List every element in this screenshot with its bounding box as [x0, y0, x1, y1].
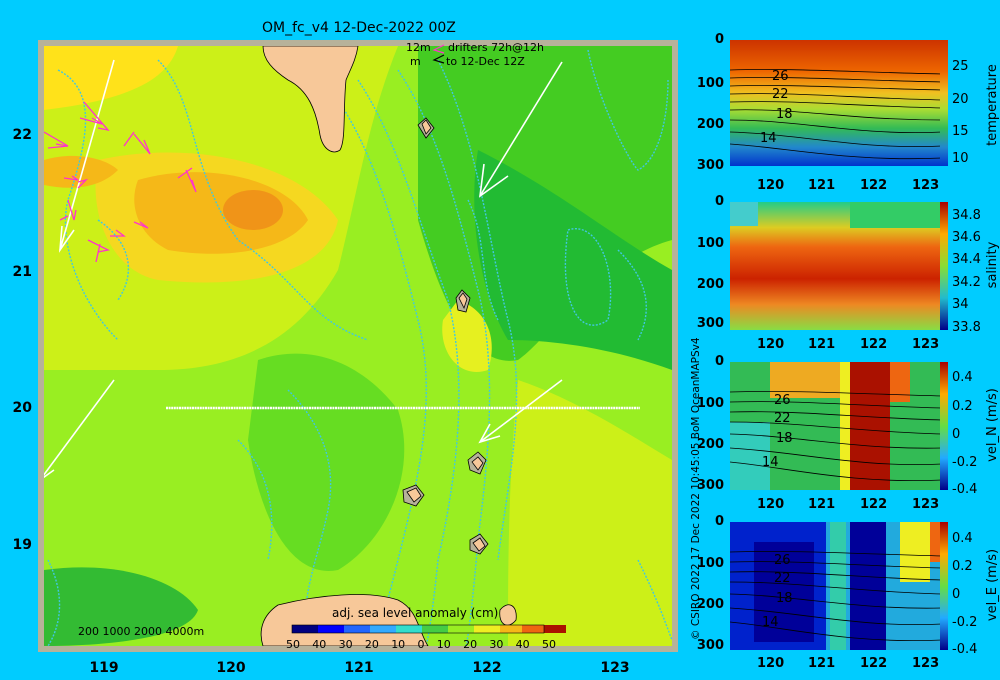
- vel-n-colorbar: [940, 362, 948, 490]
- p2-ytick-200: 200: [696, 277, 724, 292]
- p1-cbar-20: 20: [952, 92, 969, 107]
- p3-ytick-300: 300: [696, 478, 724, 493]
- drifter-legend-line1-left: 12m: [406, 41, 431, 54]
- map-xtick-121: 121: [344, 660, 374, 676]
- vel-n-section: 26 22 18 14: [730, 362, 942, 490]
- p2-xtick-122: 122: [860, 337, 888, 352]
- p3-ytick-0: 0: [714, 354, 724, 369]
- sla-colorbar: [291, 624, 566, 634]
- map-xtick-119: 119: [89, 660, 119, 676]
- map-ytick-21: 21: [12, 264, 32, 280]
- vele-contour-14: 14: [762, 615, 779, 630]
- p1-xtick-122: 122: [860, 178, 888, 193]
- vele-contour-26: 26: [774, 553, 791, 568]
- temperature-colorbar: [940, 40, 948, 166]
- p1-ytick-0: 0: [714, 32, 724, 47]
- p2-xtick-120: 120: [757, 337, 785, 352]
- temp-contour-22: 22: [772, 87, 789, 102]
- p4-ytick-200: 200: [696, 597, 724, 612]
- temp-contour-18: 18: [776, 107, 793, 122]
- depth-legend: 200 1000 2000 4000m: [78, 625, 205, 638]
- salinity-colorbar: [940, 202, 948, 330]
- p1-xtick-120: 120: [757, 178, 785, 193]
- p3-ytick-200: 200: [696, 437, 724, 452]
- p2-label: salinity: [985, 241, 1000, 289]
- p2-ytick-100: 100: [696, 236, 724, 251]
- p4-label: vel_E (m/s): [985, 548, 1000, 622]
- p2-cbar-344: 34.4: [952, 252, 981, 267]
- p4-ytick-100: 100: [696, 556, 724, 571]
- p3-xtick-123: 123: [912, 497, 940, 512]
- p3-label: vel_N (m/s): [985, 388, 1000, 462]
- p4-cbar-02: 0.2: [952, 559, 973, 574]
- p4-cbar-m02: -0.2: [952, 615, 978, 630]
- p2-cbar-338: 33.8: [952, 320, 981, 335]
- colorbar-label: adj. sea level anomaly (cm): [332, 606, 499, 620]
- p2-ytick-300: 300: [696, 316, 724, 331]
- vele-contour-18: 18: [776, 591, 793, 606]
- p2-cbar-34: 34: [952, 297, 969, 312]
- p2-xtick-123: 123: [912, 337, 940, 352]
- drifter-legend-line2-right: to 12-Dec 12Z: [446, 55, 525, 68]
- map-ytick-20: 20: [12, 400, 32, 416]
- p3-xtick-120: 120: [757, 497, 785, 512]
- p1-cbar-10: 10: [952, 151, 969, 166]
- p3-cbar-m04: -0.4: [952, 482, 978, 497]
- p4-cbar-m04: -0.4: [952, 642, 978, 657]
- p2-ytick-0: 0: [714, 194, 724, 209]
- p4-xtick-123: 123: [912, 656, 940, 671]
- map-ytick-22: 22: [12, 127, 32, 143]
- p4-ytick-0: 0: [714, 514, 724, 529]
- veln-contour-18: 18: [776, 431, 793, 446]
- p4-cbar-04: 0.4: [952, 531, 973, 546]
- vele-contour-22: 22: [774, 571, 791, 586]
- p3-ytick-100: 100: [696, 396, 724, 411]
- p3-cbar-02: 0.2: [952, 399, 973, 414]
- map-xtick-120: 120: [216, 660, 246, 676]
- p1-xtick-121: 121: [808, 178, 836, 193]
- p4-ytick-300: 300: [696, 638, 724, 653]
- p3-xtick-121: 121: [808, 497, 836, 512]
- p2-cbar-342: 34.2: [952, 275, 981, 290]
- vel-e-colorbar: [940, 522, 948, 650]
- temp-contour-26: 26: [772, 69, 789, 84]
- p1-ytick-100: 100: [696, 76, 724, 91]
- temp-contour-14: 14: [760, 131, 777, 146]
- p1-ytick-200: 200: [696, 117, 724, 132]
- veln-contour-26: 26: [774, 393, 791, 408]
- veln-contour-14: 14: [762, 455, 779, 470]
- drifter-legend-icon: [432, 44, 445, 64]
- salinity-section: [730, 202, 942, 330]
- p4-xtick-122: 122: [860, 656, 888, 671]
- colorbar-ticks: 50 40 30 20 10 0 10 20 30 40 50: [286, 638, 556, 651]
- p2-xtick-121: 121: [808, 337, 836, 352]
- p1-cbar-25: 25: [952, 59, 969, 74]
- map-ytick-19: 19: [12, 537, 32, 553]
- p4-xtick-121: 121: [808, 656, 836, 671]
- map-xtick-122: 122: [472, 660, 502, 676]
- plot-title: OM_fc_v4 12-Dec-2022 00Z: [262, 20, 456, 36]
- p1-label: temperature: [985, 64, 1000, 146]
- sea-level-map: [38, 40, 678, 652]
- p4-cbar-0: 0: [952, 587, 961, 602]
- drifter-legend-line1-right: drifters 72h@12h: [448, 41, 545, 54]
- p1-cbar-15: 15: [952, 124, 969, 139]
- map-xtick-123: 123: [600, 660, 630, 676]
- p3-cbar-04: 0.4: [952, 370, 973, 385]
- p4-xtick-120: 120: [757, 656, 785, 671]
- p2-cbar-348: 34.8: [952, 208, 981, 223]
- drifter-legend-line2-left: m: [410, 55, 421, 68]
- temperature-section: 26 22 18 14: [730, 40, 942, 166]
- vel-e-section: 26 22 18 14: [730, 522, 942, 650]
- p3-cbar-m02: -0.2: [952, 455, 978, 470]
- p2-cbar-346: 34.6: [952, 230, 981, 245]
- p3-cbar-0: 0: [952, 427, 961, 442]
- p1-xtick-123: 123: [912, 178, 940, 193]
- p1-ytick-300: 300: [696, 158, 724, 173]
- p3-xtick-122: 122: [860, 497, 888, 512]
- veln-contour-22: 22: [774, 411, 791, 426]
